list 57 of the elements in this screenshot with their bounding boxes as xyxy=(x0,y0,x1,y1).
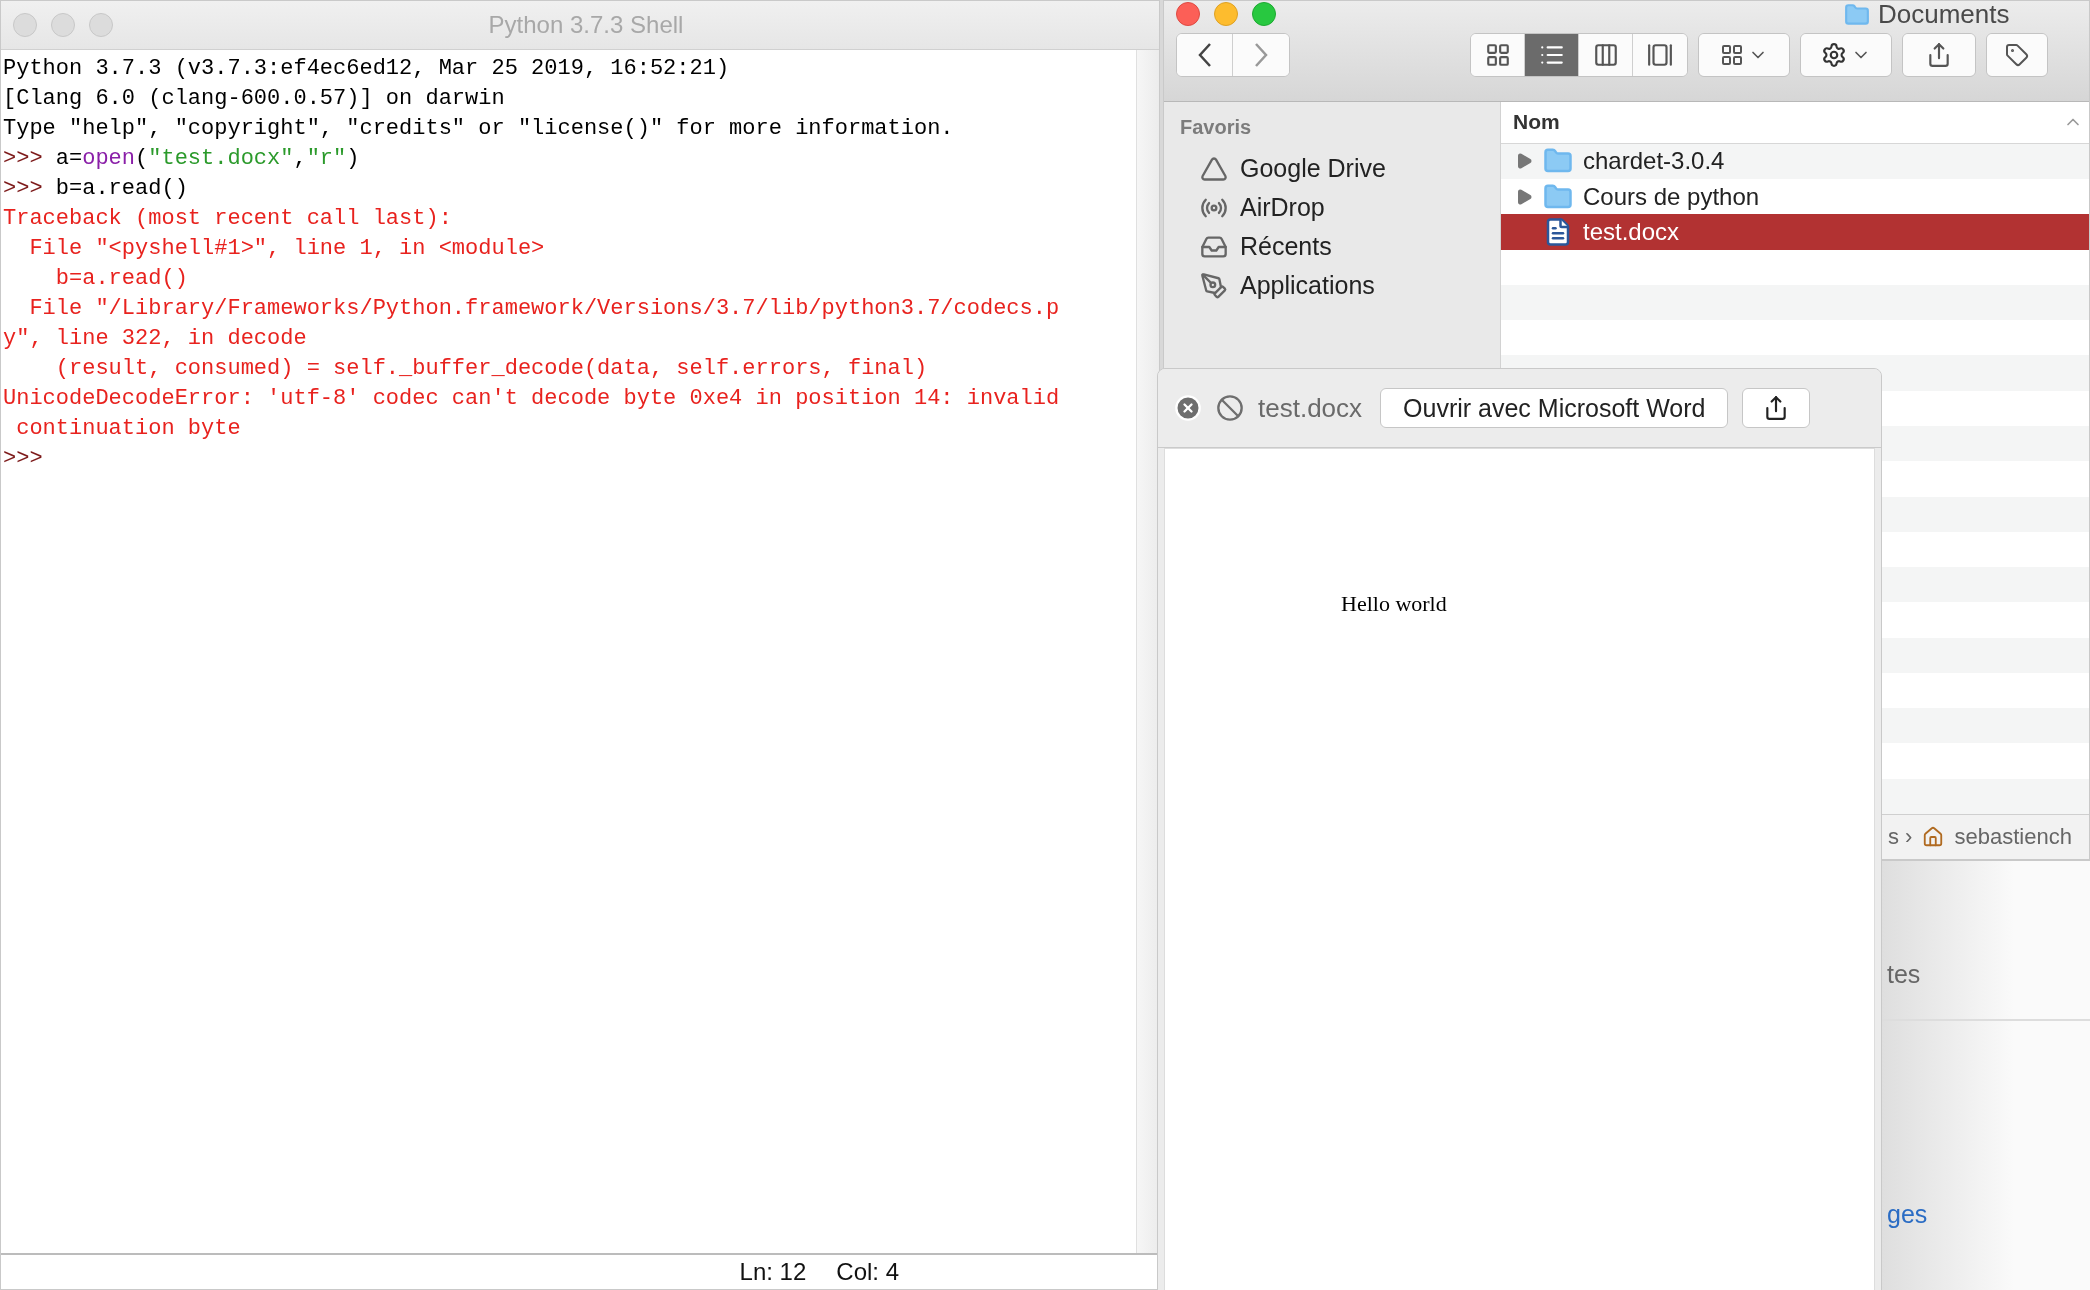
label: tes xyxy=(1887,960,1921,989)
arrange-button[interactable] xyxy=(1699,34,1789,76)
tag-button[interactable] xyxy=(1987,34,2047,76)
share-button[interactable] xyxy=(1742,388,1811,428)
tag-icon xyxy=(2005,43,2029,67)
chevron-right-icon xyxy=(1254,42,1268,68)
console-line: >>> a=open("test.docx","r") xyxy=(3,145,361,173)
path-item[interactable]: s › xyxy=(1888,824,1913,850)
view-mode-button[interactable] xyxy=(1471,34,1525,76)
console-line: (result, consumed) = self._buffer_decode(data, self.errors, final) xyxy=(54,355,929,383)
sidebar-heading: Favoris xyxy=(1179,116,1253,139)
document-text: Hello world xyxy=(1341,591,1447,616)
file-row[interactable]: test.docx xyxy=(1501,214,2089,250)
sidebar-item[interactable]: Récents xyxy=(1164,227,1500,266)
window-title: Python 3.7.3 Shell xyxy=(487,11,685,39)
share-button[interactable] xyxy=(1903,34,1975,76)
view-mode-button[interactable] xyxy=(1525,34,1579,76)
window-title: Documents xyxy=(1878,1,2010,30)
file-name: test.docx xyxy=(1258,392,1363,424)
console-line: continuation byte xyxy=(15,415,242,443)
chevron-left-icon xyxy=(1197,42,1212,68)
column-indicator: Col: 4 xyxy=(836,1258,899,1286)
home-icon xyxy=(1922,826,1945,848)
columns-view-icon xyxy=(1592,42,1619,68)
share-icon xyxy=(1926,42,1952,68)
open-with-button[interactable]: Ouvrir avec Microsoft Word xyxy=(1380,388,1729,428)
column-header[interactable]: Nom xyxy=(1513,110,1560,135)
grid-icon xyxy=(1720,43,1744,67)
line-indicator: Ln: 12 xyxy=(739,1258,807,1286)
path-item[interactable]: sebastiench xyxy=(1954,824,2072,850)
close-button[interactable] xyxy=(1176,2,1200,26)
link[interactable]: ges xyxy=(1887,1200,1928,1229)
console-line: UnicodeDecodeError: 'utf-8' codec can't decode byte 0xe4 in position 14: invalid xyxy=(3,385,1061,413)
sidebar-item[interactable]: Google Drive xyxy=(1164,149,1500,188)
back-button[interactable] xyxy=(1177,34,1233,76)
icons-view-icon xyxy=(1484,42,1511,68)
disclosure-triangle-icon[interactable] xyxy=(1515,187,1533,206)
console-line: Traceback (most recent call last): xyxy=(3,205,453,233)
console-line: >>> b=a.read() xyxy=(3,175,189,203)
gear-icon xyxy=(1821,42,1847,68)
settings-button[interactable] xyxy=(1801,34,1891,76)
console-line: File "<pyshell#1>", line 1, in <module> xyxy=(28,235,546,263)
console-line: Python 3.7.3 (v3.7.3:ef4ec6ed12, Mar 25 2019, 16:52:21) xyxy=(3,55,731,83)
folder-icon xyxy=(1844,1,1870,28)
file-row[interactable]: chardet-3.0.4 xyxy=(1501,143,2089,180)
console-line: b=a.read() xyxy=(54,265,189,293)
sidebar-item[interactable]: AirDrop xyxy=(1164,188,1500,227)
sidebar-item[interactable]: Applications xyxy=(1164,266,1500,305)
gallery-view-icon xyxy=(1647,42,1673,68)
console-line: Type "help", "copyright", "credits" or "license()" for more information. xyxy=(3,115,955,143)
console-line: y", line 322, in decode xyxy=(3,325,308,353)
scrollbar[interactable] xyxy=(1136,50,1159,1253)
console-line: [Clang 6.0 (clang-600.0.57)] on darwin xyxy=(3,85,506,113)
disclosure-triangle-icon[interactable] xyxy=(1515,152,1533,171)
console-line: >>> xyxy=(3,445,44,473)
close-icon[interactable] xyxy=(1174,394,1202,422)
console-line: File "/Library/Frameworks/Python.framework/Versions/3.7/lib/python3.7/codecs.p xyxy=(28,295,1061,323)
